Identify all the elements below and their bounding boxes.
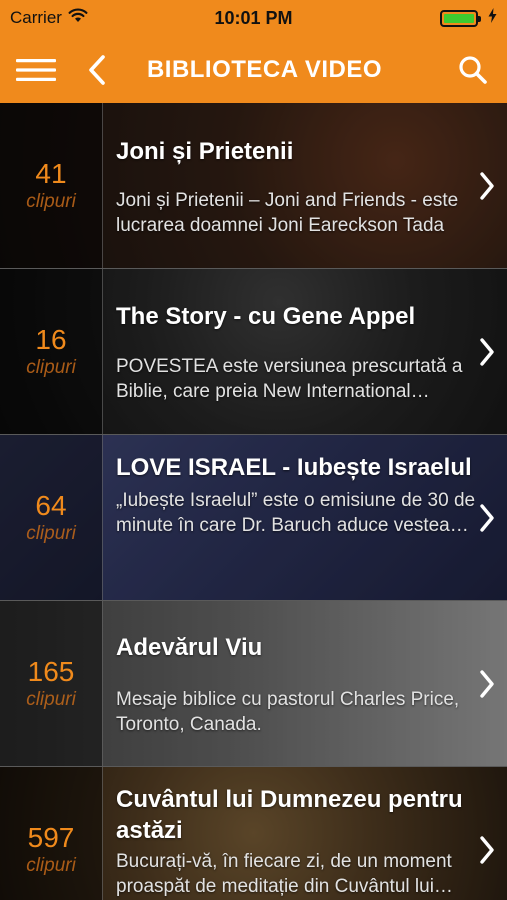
clip-count: 16 clipuri [0, 269, 103, 434]
list-item-description: Mesaje biblice cu pastorul Charles Price… [116, 689, 460, 735]
status-bar: Carrier 10:01 PM [0, 0, 507, 36]
chevron-right-icon [479, 767, 495, 900]
menu-button[interactable] [14, 36, 58, 103]
carrier-label: Carrier [10, 8, 62, 27]
list-item[interactable]: 597 clipuri Cuvântul lui Dumnezeu pentru… [0, 767, 507, 900]
list-item[interactable]: 165 clipuri Adevărul Viu Mesaje biblice … [0, 601, 507, 767]
list-item-title: LOVE ISRAEL - Iubește Israelul [116, 454, 472, 481]
list-item[interactable]: 64 clipuri LOVE ISRAEL - Iubește Israelu… [0, 435, 507, 601]
list-item[interactable]: 41 clipuri Joni și Prietenii Joni și Pri… [0, 103, 507, 269]
list-item-text: LOVE ISRAEL - Iubește Israelul „Iubește … [116, 435, 476, 600]
chevron-left-icon [89, 54, 105, 85]
list-item-description: Joni și Prietenii – Joni and Friends - e… [116, 190, 459, 236]
chevron-right-icon [479, 103, 495, 268]
list-item-title: Cuvântul lui Dumnezeu pentru astăzi [116, 786, 463, 844]
clip-count-label: clipuri [26, 854, 76, 876]
wifi-icon [68, 8, 88, 28]
status-bar-right [337, 8, 497, 28]
list-item-description: „Iubește Israelul” este o emisiune de 30… [116, 490, 476, 536]
chevron-right-icon [479, 269, 495, 434]
page-title: BIBLIOTECA VIDEO [146, 55, 383, 83]
clip-count-label: clipuri [26, 688, 76, 710]
charging-icon [488, 8, 497, 28]
list-item-title: Adevărul Viu [116, 634, 263, 661]
search-icon [459, 55, 487, 84]
status-time: 10:01 PM [214, 7, 293, 28]
clip-count-number: 16 [35, 323, 67, 355]
chevron-right-icon [479, 601, 495, 766]
list-item-description: Bucurați-vă, în fiecare zi, de un moment… [116, 851, 452, 897]
list-item-title: The Story - cu Gene Appel [116, 303, 416, 330]
clip-count-label: clipuri [26, 356, 76, 378]
hamburger-icon [16, 58, 56, 81]
clip-count-number: 41 [35, 157, 67, 189]
list-item-description: POVESTEA este versiunea prescurtată a Bi… [116, 356, 463, 402]
list-item[interactable]: 16 clipuri The Story - cu Gene Appel POV… [0, 269, 507, 435]
search-button[interactable] [455, 36, 491, 103]
nav-bar: BIBLIOTECA VIDEO [0, 36, 507, 103]
chevron-right-icon [479, 435, 495, 600]
clip-count-number: 165 [27, 655, 75, 687]
clip-count: 41 clipuri [0, 103, 103, 268]
clip-count-number: 597 [27, 821, 75, 853]
back-button[interactable] [80, 36, 114, 103]
clip-count: 597 clipuri [0, 767, 103, 900]
video-library-list: 41 clipuri Joni și Prietenii Joni și Pri… [0, 103, 507, 900]
list-item-text: The Story - cu Gene Appel POVESTEA este … [116, 269, 476, 434]
battery-fill [443, 13, 474, 23]
clip-count-label: clipuri [26, 522, 76, 544]
status-bar-left: Carrier [10, 8, 170, 28]
clip-count: 64 clipuri [0, 435, 103, 600]
list-item-text: Joni și Prietenii Joni și Prietenii – Jo… [116, 103, 476, 268]
list-item-text: Cuvântul lui Dumnezeu pentru astăzi Bucu… [116, 767, 476, 900]
list-item-title: Joni și Prietenii [116, 138, 294, 165]
clip-count-label: clipuri [26, 190, 76, 212]
list-item-text: Adevărul Viu Mesaje biblice cu pastorul … [116, 601, 476, 766]
battery-icon [439, 9, 481, 27]
clip-count: 165 clipuri [0, 601, 103, 766]
clip-count-number: 64 [35, 489, 67, 521]
